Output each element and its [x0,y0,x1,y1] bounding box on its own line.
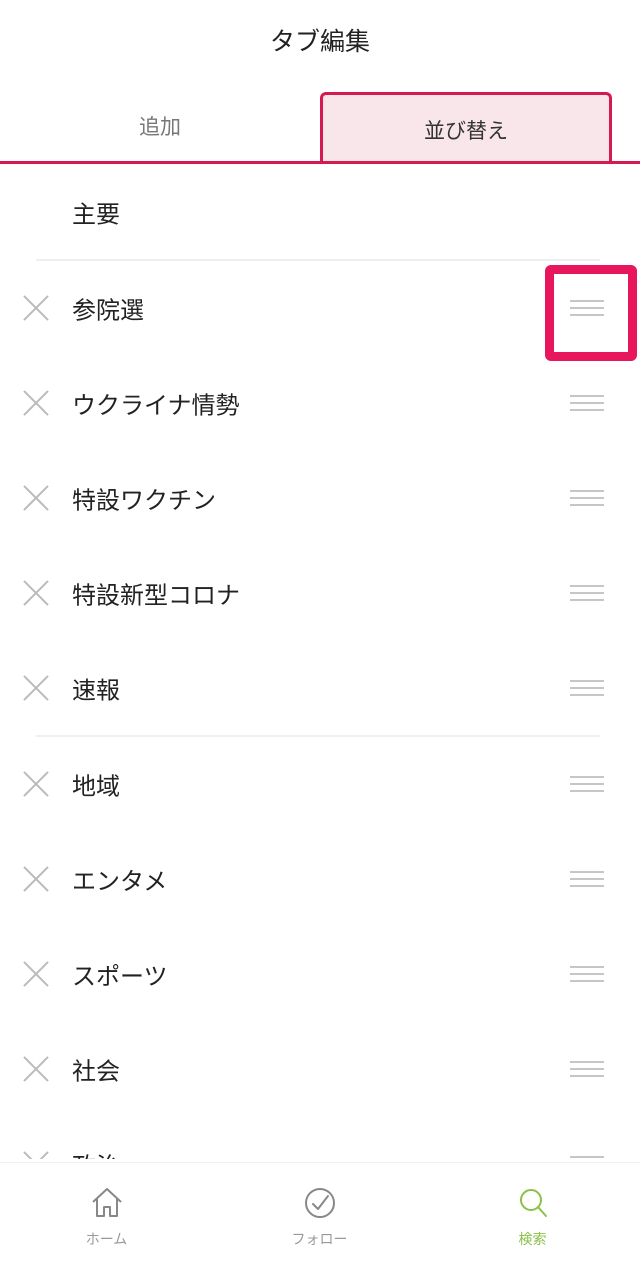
close-icon[interactable] [22,960,50,988]
close-icon[interactable] [22,294,50,322]
nav-follow-label: フォロー [291,1232,348,1248]
page-title: タブ編集 [269,27,370,56]
list-item: スポーツ [0,926,640,1021]
home-icon [91,1188,122,1217]
list-item: 地域 [0,736,640,831]
drag-handle-icon[interactable] [566,867,606,891]
drag-handle-icon[interactable] [566,391,606,415]
list-item-label: スポーツ [72,962,168,990]
nav-search[interactable]: 検索 [426,1163,639,1270]
close-icon[interactable] [22,579,50,607]
list-item: 速報 [0,640,640,735]
list-item-label: 政治 [72,1146,120,1159]
list-item-fixed: 主要 [0,164,640,259]
close-icon[interactable] [22,1150,50,1160]
nav-follow[interactable]: フォロー [213,1163,426,1270]
drag-handle-icon[interactable] [566,772,606,796]
list-item-label: 速報 [72,676,120,704]
tab-add[interactable]: 追加 [0,90,320,161]
list-item: 参院選 [0,260,640,355]
nav-home-label: ホーム [85,1232,128,1248]
close-icon[interactable] [22,770,50,798]
list-item-label: 特設新型コロナ [72,581,240,609]
close-icon[interactable] [22,865,50,893]
list-item: 政治 [0,1116,640,1159]
check-circle-icon [304,1188,335,1218]
close-icon[interactable] [22,389,50,417]
tab-list: 主要 参院選 ウクライナ情勢 特設ワクチン 特設新型コロナ 速報 地域 エンタメ [0,164,640,1159]
list-item-label: エンタメ [72,867,168,895]
list-item-label: 主要 [72,200,120,228]
drag-handle-icon[interactable] [566,1057,606,1081]
list-item: 特設新型コロナ [0,545,640,640]
drag-handle-icon[interactable] [566,962,606,986]
nav-home[interactable]: ホーム [0,1163,213,1270]
list-item-label: 参院選 [72,296,144,324]
tab-bar: 追加 並び替え [0,90,640,164]
list-item: エンタメ [0,831,640,926]
search-icon [519,1189,547,1217]
list-item-label: 地域 [72,772,120,800]
nav-search-label: 検索 [518,1232,547,1248]
close-icon[interactable] [22,484,50,512]
highlight-annotation [545,265,637,361]
drag-handle-icon[interactable] [566,486,606,510]
header: タブ編集 [0,0,640,90]
tab-sort[interactable]: 並び替え [320,92,612,164]
close-icon[interactable] [22,674,50,702]
list-item-label: 社会 [72,1057,120,1085]
list-item-label: ウクライナ情勢 [72,391,240,419]
list-item: 特設ワクチン [0,450,640,545]
close-icon[interactable] [22,1055,50,1083]
drag-handle-icon[interactable] [566,676,606,700]
bottom-nav: ホーム フォロー 検索 [0,1162,640,1270]
list-item: ウクライナ情勢 [0,355,640,450]
list-item: 社会 [0,1021,640,1116]
drag-handle-icon[interactable] [566,1152,606,1160]
drag-handle-icon[interactable] [566,581,606,605]
list-item-label: 特設ワクチン [72,486,216,514]
